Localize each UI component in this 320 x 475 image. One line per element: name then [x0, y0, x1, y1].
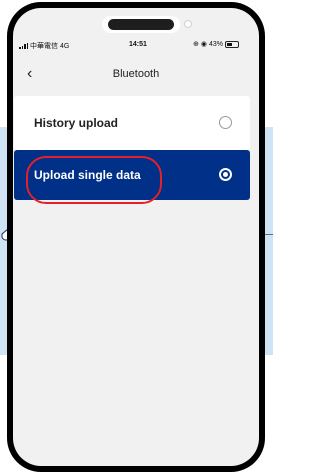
- highlight-circle: [26, 156, 162, 204]
- alarm-icon: ◉: [200, 41, 207, 48]
- app-screen: 中華電信 4G 14:51 ⊕ ◉ 43% ‹ Bluetooth: [13, 8, 259, 466]
- page-title: Bluetooth: [112, 68, 160, 80]
- status-bar: 中華電信 4G 14:51 ⊕ ◉ 43%: [13, 39, 259, 53]
- signal-icon: [19, 43, 28, 49]
- radio-selected-icon[interactable]: [219, 168, 232, 181]
- nav-bar: ‹ Bluetooth: [13, 62, 259, 88]
- carrier-label: 中華電信: [30, 43, 58, 50]
- location-icon: ⊕: [193, 41, 199, 48]
- option-label: History upload: [34, 116, 119, 130]
- option-history-upload[interactable]: History upload: [14, 96, 250, 150]
- camera-icon: [184, 20, 192, 28]
- battery-percent: 43%: [208, 40, 223, 48]
- network-label: 4G: [60, 42, 70, 50]
- dynamic-island: [102, 16, 180, 33]
- status-time: 14:51: [129, 41, 147, 48]
- radio-unselected-icon[interactable]: [219, 116, 232, 129]
- battery-icon: [225, 40, 239, 48]
